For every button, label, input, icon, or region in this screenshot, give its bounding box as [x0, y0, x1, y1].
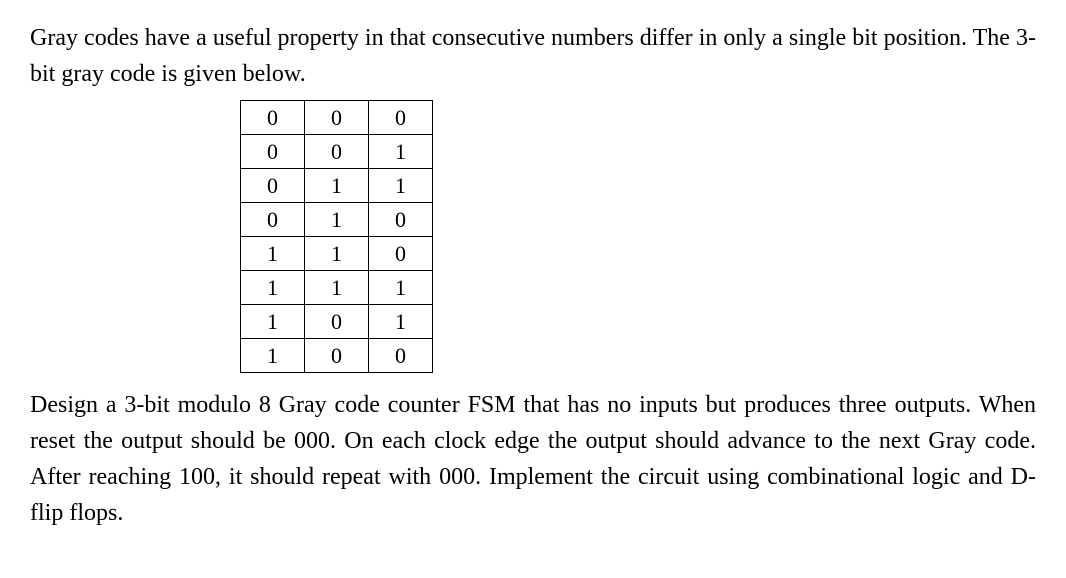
- table-row: 1 0 0: [241, 339, 433, 373]
- table-cell: 0: [305, 339, 369, 373]
- table-row: 0 0 0: [241, 101, 433, 135]
- table-cell: 1: [305, 203, 369, 237]
- table-row: 1 1 1: [241, 271, 433, 305]
- table-cell: 0: [369, 339, 433, 373]
- table-cell: 1: [369, 135, 433, 169]
- table-cell: 1: [369, 305, 433, 339]
- gray-code-table-body: 0 0 0 0 0 1 0 1 1 0 1 0 1 1 0: [241, 101, 433, 373]
- table-cell: 1: [369, 169, 433, 203]
- table-row: 0 0 1: [241, 135, 433, 169]
- table-cell: 1: [305, 169, 369, 203]
- table-cell: 0: [241, 135, 305, 169]
- table-cell: 0: [241, 101, 305, 135]
- table-row: 1 0 1: [241, 305, 433, 339]
- table-row: 1 1 0: [241, 237, 433, 271]
- table-cell: 0: [305, 305, 369, 339]
- table-cell: 0: [369, 101, 433, 135]
- table-cell: 1: [241, 237, 305, 271]
- table-cell: 1: [305, 271, 369, 305]
- table-cell: 0: [305, 135, 369, 169]
- table-cell: 0: [369, 203, 433, 237]
- table-cell: 1: [241, 271, 305, 305]
- table-cell: 1: [369, 271, 433, 305]
- problem-paragraph: Design a 3-bit modulo 8 Gray code counte…: [30, 387, 1036, 531]
- gray-code-table: 0 0 0 0 0 1 0 1 1 0 1 0 1 1 0: [240, 100, 433, 373]
- intro-paragraph: Gray codes have a useful property in tha…: [30, 20, 1036, 92]
- table-cell: 0: [241, 203, 305, 237]
- gray-code-table-container: 0 0 0 0 0 1 0 1 1 0 1 0 1 1 0: [30, 100, 1036, 373]
- table-cell: 1: [241, 339, 305, 373]
- table-cell: 0: [369, 237, 433, 271]
- table-cell: 0: [305, 101, 369, 135]
- table-cell: 1: [305, 237, 369, 271]
- table-row: 0 1 1: [241, 169, 433, 203]
- table-cell: 0: [241, 169, 305, 203]
- table-row: 0 1 0: [241, 203, 433, 237]
- table-cell: 1: [241, 305, 305, 339]
